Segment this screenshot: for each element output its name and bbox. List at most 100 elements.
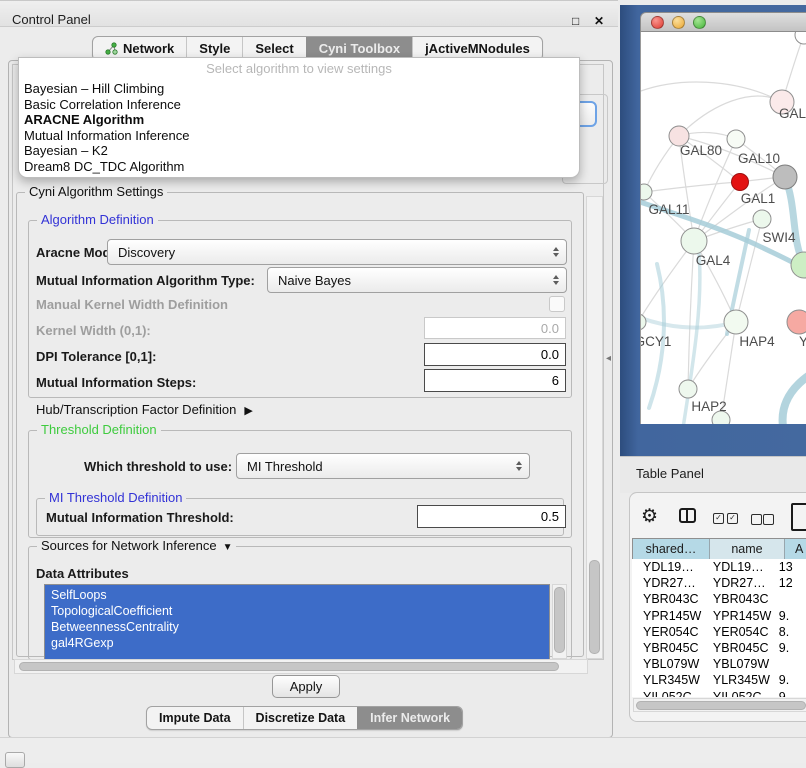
- cell[interactable]: YIL052C: [632, 690, 703, 697]
- table-row[interactable]: YIL052C YIL052C 9.: [632, 689, 806, 698]
- node-hap4[interactable]: [724, 310, 748, 334]
- unchecked-checkbox-icon[interactable]: [763, 514, 774, 525]
- table-row[interactable]: YDL19… YDL19… 13: [632, 559, 806, 575]
- mi-steps-input[interactable]: 6: [424, 369, 566, 392]
- cell[interactable]: YDR27…: [703, 576, 773, 590]
- popup-item-dream8[interactable]: Dream8 DC_TDC Algorithm: [19, 159, 579, 175]
- cell[interactable]: 9.: [773, 673, 806, 687]
- scrollbar-thumb[interactable]: [19, 662, 559, 671]
- control-panel-title: Control Panel: [12, 12, 91, 27]
- cell[interactable]: YER054C: [632, 625, 703, 639]
- unchecked-checkbox-icon[interactable]: [751, 514, 762, 525]
- dpi-tolerance-input[interactable]: 0.0: [424, 343, 566, 366]
- table-row[interactable]: YBR043C YBR043C: [632, 591, 806, 607]
- popup-item-basic-correlation[interactable]: Basic Correlation Inference: [19, 97, 579, 113]
- cell[interactable]: YDL19…: [703, 560, 773, 574]
- node-gcy1[interactable]: [641, 314, 646, 330]
- cell[interactable]: YDL19…: [632, 560, 703, 574]
- minimize-window-icon[interactable]: [672, 16, 685, 29]
- node-unlabeled[interactable]: [795, 32, 806, 44]
- tab-discretize-data[interactable]: Discretize Data: [243, 707, 358, 729]
- node-gal10-red[interactable]: [732, 174, 749, 191]
- file-icon[interactable]: [791, 503, 806, 531]
- apply-button[interactable]: Apply: [272, 675, 340, 698]
- float-window-button[interactable]: □: [572, 15, 579, 27]
- node-gray[interactable]: [773, 165, 797, 189]
- popup-item-bayesian-k2[interactable]: Bayesian – K2: [19, 143, 579, 159]
- node-salmon[interactable]: [787, 310, 806, 334]
- node-swi4-green[interactable]: [791, 252, 806, 278]
- cell[interactable]: YPR145W: [703, 609, 773, 623]
- cell[interactable]: 9.: [773, 641, 806, 655]
- cell[interactable]: YBR043C: [703, 592, 773, 606]
- column-header-partial[interactable]: A: [784, 539, 806, 559]
- columns-icon[interactable]: [679, 508, 696, 523]
- settings-horizontal-scrollbar[interactable]: [14, 659, 588, 674]
- column-header-shared-name[interactable]: shared…: [633, 539, 709, 559]
- node-gal1[interactable]: [753, 210, 771, 228]
- control-panel-titlebar[interactable]: [0, 0, 618, 27]
- mi-threshold-input[interactable]: 0.5: [417, 505, 566, 528]
- cell[interactable]: YBR045C: [703, 641, 773, 655]
- table-row[interactable]: YDR27… YDR27… 12: [632, 575, 806, 591]
- list-item-gal4rgexp[interactable]: gal4RGexp: [45, 635, 549, 651]
- zoom-window-icon[interactable]: [693, 16, 706, 29]
- cell[interactable]: 13: [773, 560, 806, 574]
- list-item-betweennesscentrality[interactable]: BetweennessCentrality: [45, 619, 549, 635]
- cell[interactable]: YBL079W: [632, 657, 703, 671]
- scrollbar-thumb[interactable]: [554, 587, 565, 653]
- cell[interactable]: YBR043C: [632, 592, 703, 606]
- cell[interactable]: 8.: [773, 625, 806, 639]
- checked-checkbox-icon[interactable]: ✓: [713, 513, 724, 524]
- popup-item-mutual-information[interactable]: Mutual Information Inference: [19, 128, 579, 144]
- cell[interactable]: YDR27…: [632, 576, 703, 590]
- table-row[interactable]: YER054C YER054C 8.: [632, 624, 806, 640]
- network-canvas[interactable]: GAL GAL80 GAL10 GAL11 GAL1 SWI4 GAL4 GCY…: [640, 32, 806, 424]
- close-window-icon[interactable]: [651, 16, 664, 29]
- tab-infer-network[interactable]: Infer Network: [357, 707, 462, 729]
- hub-definition-expander[interactable]: Hub/Transcription Factor Definition▶: [36, 402, 253, 417]
- manual-kernel-width-checkbox[interactable]: [549, 296, 565, 312]
- list-item-selfloops[interactable]: SelfLoops: [45, 587, 549, 603]
- node-gal4[interactable]: [681, 228, 707, 254]
- settings-vertical-scrollbar[interactable]: [586, 196, 603, 659]
- sources-expander[interactable]: Sources for Network Inference▼: [37, 538, 236, 553]
- close-panel-button[interactable]: ✕: [594, 15, 604, 27]
- scrollbar-thumb[interactable]: [589, 560, 600, 654]
- collapsed-panel-icon[interactable]: [5, 752, 25, 768]
- cell[interactable]: 12: [773, 576, 806, 590]
- manual-kernel-width-label: Manual Kernel Width Definition: [36, 297, 228, 312]
- column-header-name[interactable]: name: [709, 539, 784, 559]
- table-header: shared… name A: [632, 538, 806, 560]
- mi-algorithm-type-select[interactable]: Naive Bayes: [267, 267, 567, 293]
- table-row[interactable]: YLR345W YLR345W 9.: [632, 672, 806, 688]
- cell[interactable]: YLR345W: [703, 673, 773, 687]
- node-gal11[interactable]: [641, 184, 652, 200]
- checked-checkbox-icon[interactable]: ✓: [727, 513, 738, 524]
- panel-collapse-icon[interactable]: ◂: [606, 353, 611, 364]
- aracne-mode-select[interactable]: Discovery: [107, 239, 567, 265]
- cell[interactable]: 9.: [773, 609, 806, 623]
- network-window-titlebar[interactable]: [640, 12, 806, 32]
- node-hap2[interactable]: [679, 380, 697, 398]
- gear-icon[interactable]: ⚙: [641, 505, 658, 528]
- cell[interactable]: YPR145W: [632, 609, 703, 623]
- popup-item-bayesian-hill-climbing[interactable]: Bayesian – Hill Climbing: [19, 81, 579, 97]
- attributes-list-scrollbar[interactable]: [552, 584, 567, 659]
- cell[interactable]: 9.: [773, 690, 806, 697]
- cell[interactable]: YBR045C: [632, 641, 703, 655]
- cell[interactable]: YLR345W: [632, 673, 703, 687]
- which-threshold-select[interactable]: MI Threshold: [236, 453, 530, 479]
- table-row[interactable]: YBL079W YBL079W: [632, 656, 806, 672]
- table-row[interactable]: YBR045C YBR045C 9.: [632, 640, 806, 656]
- popup-item-aracne[interactable]: ARACNE Algorithm: [19, 112, 579, 128]
- table-row[interactable]: YPR145W YPR145W 9.: [632, 608, 806, 624]
- table-horizontal-scrollbar[interactable]: [633, 698, 806, 712]
- cell[interactable]: YIL052C: [703, 690, 773, 697]
- node-unlabeled-light[interactable]: [727, 130, 745, 148]
- cell[interactable]: YER054C: [703, 625, 773, 639]
- list-item-topologicalcoefficient[interactable]: TopologicalCoefficient: [45, 603, 549, 619]
- tab-impute-data[interactable]: Impute Data: [147, 707, 243, 729]
- scrollbar-thumb[interactable]: [636, 701, 806, 710]
- cell[interactable]: YBL079W: [703, 657, 773, 671]
